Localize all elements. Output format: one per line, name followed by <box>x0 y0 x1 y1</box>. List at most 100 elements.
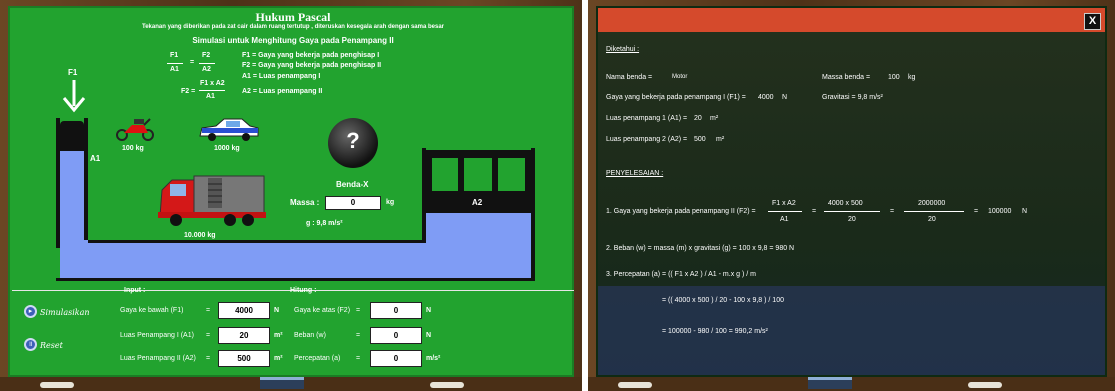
eraser <box>260 377 304 389</box>
massa-value: 100 <box>888 74 900 81</box>
a1-value: 20 <box>694 115 702 122</box>
chalk <box>968 382 1002 388</box>
output-unit: m/s² <box>426 355 441 362</box>
simulate-button[interactable]: Simulasikan <box>40 308 90 317</box>
simulation-panel: Hukum Pascal Tekanan yang diberikan pada… <box>0 0 582 391</box>
dialog-header <box>598 8 1105 32</box>
benda-label: Benda-X <box>336 180 369 189</box>
mystery-object[interactable]: ? <box>328 118 378 168</box>
equals-sign: = <box>206 307 211 314</box>
cylinder-wall-right <box>84 118 88 240</box>
equals-sign: = <box>812 208 817 215</box>
f1-input[interactable]: 4000 <box>218 302 270 319</box>
formula-a2: A2 <box>202 66 211 73</box>
formula-num2: F1 x A2 <box>200 80 225 87</box>
input-unit: N <box>274 307 280 314</box>
fraction-line <box>768 211 802 212</box>
fraction-denominator: A1 <box>780 216 789 223</box>
water-channel <box>60 240 425 278</box>
fraction-numerator: F1 x A2 <box>772 200 796 207</box>
formula-f2: F2 <box>202 52 211 59</box>
massa-label: Massa benda = <box>822 74 871 81</box>
step-label: 1. Gaya yang bekerja pada penampang II (… <box>606 208 756 215</box>
input-label: Luas Penampang II (A2) <box>120 355 196 362</box>
f1-unit: N <box>782 94 788 101</box>
fraction-line <box>824 211 880 212</box>
a2-label: Luas penampang 2 (A2) = <box>606 136 688 143</box>
channel-wall-bottom <box>56 278 535 281</box>
input-label: Gaya ke bawah (F1) <box>120 307 184 314</box>
pause-icon[interactable]: ॥ <box>24 338 37 351</box>
legend-item: F1 = Gaya yang bekerja pada penghisap I <box>242 52 380 59</box>
formula-line <box>199 63 215 64</box>
solution-dialog: X Diketahui : Nama benda = Motor Massa b… <box>596 6 1107 377</box>
fraction-line <box>904 211 964 212</box>
output-unit: N <box>426 307 432 314</box>
f1-label: F1 <box>68 68 78 77</box>
page-title: Hukum Pascal <box>255 10 331 24</box>
input-unit: m² <box>274 355 283 362</box>
chalk <box>40 382 74 388</box>
output-unit: N <box>426 332 432 339</box>
board-ledge <box>0 377 582 391</box>
motorcycle-icon[interactable] <box>114 113 156 141</box>
truck-icon[interactable] <box>158 168 268 230</box>
piston-frame <box>426 150 531 192</box>
a2-input[interactable]: 500 <box>218 350 270 367</box>
f1-value: 4000 <box>758 94 774 101</box>
formula-line <box>199 90 225 91</box>
gravity-value: Gravitasi = 9,8 m/s² <box>822 94 883 101</box>
equals-sign: = <box>206 332 211 339</box>
fraction-denominator: 20 <box>848 216 856 223</box>
equals-sign: = <box>356 332 361 339</box>
equals-sign: = <box>356 355 361 362</box>
water-column-left <box>60 151 84 251</box>
control-area <box>12 290 574 375</box>
channel-wall-top <box>88 240 425 243</box>
formula-a1: A1 <box>170 66 179 73</box>
reset-button[interactable]: Reset <box>40 341 63 350</box>
formula-f1: F1 <box>170 52 179 59</box>
fraction-denominator: 20 <box>928 216 936 223</box>
formula-den2: A1 <box>206 93 215 100</box>
car-icon[interactable] <box>198 116 260 142</box>
input-unit: m² <box>274 332 283 339</box>
close-button[interactable]: X <box>1084 13 1101 30</box>
formula-eq: = <box>190 59 195 66</box>
acceleration-output: 0 <box>370 350 422 367</box>
a1-input[interactable]: 20 <box>218 327 270 344</box>
step-3-line-3: = 100000 - 980 / 100 = 990,2 m/s² <box>662 328 768 335</box>
question-mark-icon: ? <box>346 128 360 153</box>
weight-output: 0 <box>370 327 422 344</box>
solution-heading: PENYELESAIAN : <box>606 170 664 177</box>
nama-value: Motor <box>672 74 688 80</box>
a2-value: 500 <box>694 136 706 143</box>
board-ledge <box>588 377 1115 391</box>
step-unit: N <box>1022 208 1028 215</box>
down-arrow-icon <box>62 80 86 113</box>
output-label: Beban (w) <box>294 332 326 339</box>
output-heading: Hitung : <box>290 287 317 294</box>
big-wall-right <box>531 148 535 281</box>
step-3: 3. Percepatan (a) = (( F1 x A2 ) / A1 - … <box>606 271 756 278</box>
massa-unit: kg <box>386 199 395 206</box>
subtitle: Simulasi untuk Menghitung Gaya pada Pena… <box>192 36 394 45</box>
known-heading: Diketahui : <box>606 46 640 53</box>
water-column-right <box>425 213 531 278</box>
legend-item: A2 = Luas penampang II <box>242 88 323 95</box>
chalkboard: Hukum Pascal Tekanan yang diberikan pada… <box>8 6 574 377</box>
truck-mass: 10.000 kg <box>184 232 216 239</box>
play-icon[interactable]: ▸ <box>24 305 37 318</box>
step-result: 100000 <box>988 208 1012 215</box>
equals-sign: = <box>206 355 211 362</box>
gravity-label: g : 9,8 m/s² <box>306 220 343 227</box>
chalk <box>618 382 652 388</box>
f2-output: 0 <box>370 302 422 319</box>
equals-sign: = <box>890 208 895 215</box>
massa-input[interactable]: 0 <box>325 196 381 210</box>
massa-label: Massa : <box>290 198 320 207</box>
legend-item: F2 = Gaya yang bekerja pada penghisap II <box>242 62 382 69</box>
fraction-numerator: 2000000 <box>918 200 946 207</box>
a1-unit: m² <box>710 115 719 122</box>
step-3-line-2: = (( 4000 x 500 ) / 20 - 100 x 9,8 ) / 1… <box>662 297 784 304</box>
